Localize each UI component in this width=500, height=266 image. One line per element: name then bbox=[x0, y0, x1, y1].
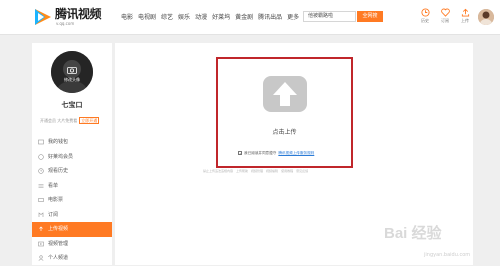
nav-item-tv[interactable]: 电视剧 bbox=[138, 12, 156, 24]
agreement-checkbox[interactable]: ✓ bbox=[238, 151, 242, 156]
footer-link[interactable]: 视频编辑 bbox=[266, 169, 278, 173]
footer-link[interactable]: 上传帮助 bbox=[236, 169, 248, 173]
footer-link[interactable]: 禁止上传违法违规内容 bbox=[203, 169, 233, 173]
search-input[interactable]: 他被霸路啦 bbox=[303, 11, 356, 22]
baidu-watermark: Bai 经验 jingyan.baidu.com bbox=[378, 220, 498, 264]
sidebar-item-subscribe[interactable]: 订阅 bbox=[32, 208, 112, 223]
watermark-subtext: jingyan.baidu.com bbox=[424, 252, 471, 258]
top-header: 腾讯视频 v.qq.com 电影 电视剧 综艺 娱乐 动漫 好莱坞 黄金剧 腾讯… bbox=[0, 0, 500, 35]
upload-area[interactable]: 点击上传 ✓ 我已阅读并同意遵守 腾讯视频上传服务规则 bbox=[216, 57, 353, 168]
sidebar-item-upload[interactable]: 上传视频 bbox=[32, 222, 112, 237]
nav-item-ent[interactable]: 娱乐 bbox=[178, 12, 190, 24]
upload-label: 上传 bbox=[461, 18, 469, 23]
avatar-image-icon bbox=[478, 9, 494, 25]
sidebar-item-list[interactable]: 看单 bbox=[32, 179, 112, 194]
sidebar-item-label: 视频管理 bbox=[48, 240, 69, 247]
logo-text: 腾讯视频 bbox=[55, 7, 102, 21]
sidebar-menu: 我的钱包 好莱坞会员 观看历史 看单 电影票 订阅 上传视频 视频管理 个人频道 bbox=[32, 135, 112, 266]
subscribe-icon bbox=[38, 211, 44, 217]
avatar-edit-overlay[interactable]: 修改头像 bbox=[51, 51, 93, 93]
sidebar-item-label: 电影票 bbox=[48, 197, 64, 203]
watermark-text: Bai 经验 bbox=[384, 225, 442, 242]
sidebar-item-label: 个人频道 bbox=[48, 255, 69, 261]
nav-item-anime[interactable]: 动漫 bbox=[195, 12, 207, 24]
search-button[interactable]: 全网搜 bbox=[357, 11, 383, 22]
upload-icon bbox=[39, 226, 43, 231]
history-icon bbox=[38, 168, 44, 174]
sidebar-item-label: 好莱坞会员 bbox=[48, 153, 74, 160]
footer-link[interactable]: 意见反馈 bbox=[296, 169, 308, 173]
logo[interactable]: 腾讯视频 v.qq.com bbox=[33, 7, 113, 31]
ticket-icon bbox=[38, 198, 44, 202]
nav-item-golden[interactable]: 黄金剧 bbox=[235, 12, 253, 24]
upload-label: 点击上传 bbox=[272, 129, 297, 136]
agreement-policy-link[interactable]: 腾讯视频上传服务规则 bbox=[278, 151, 314, 156]
sidebar-item-label: 看单 bbox=[48, 182, 59, 189]
logo-mark-icon bbox=[35, 9, 51, 25]
sidebar-item-video-manage[interactable]: 视频管理 bbox=[32, 237, 112, 252]
footer-links: 禁止上传违法违规内容 上传帮助 视频管理 视频编辑 使用教程 意见反馈 bbox=[203, 169, 308, 173]
nav-item-hollywood[interactable]: 好莱坞 bbox=[212, 12, 230, 24]
favorite-button[interactable]: 订阅 bbox=[436, 8, 454, 32]
history-button[interactable]: 历史 bbox=[416, 8, 434, 32]
vip-promo: 开通会员 大片免费看 立即开通 bbox=[40, 117, 110, 124]
sidebar-item-ticket[interactable]: 电影票 bbox=[32, 193, 112, 208]
upload-icon bbox=[461, 8, 469, 17]
username: 七宝口 bbox=[61, 101, 83, 109]
upload-button[interactable]: 上传 bbox=[456, 8, 474, 32]
sidebar-item-label: 上传视频 bbox=[48, 226, 69, 232]
profile-avatar[interactable]: 修改头像 bbox=[51, 51, 93, 93]
vip-open-link[interactable]: 立即开通 bbox=[79, 117, 100, 124]
favorite-icon bbox=[440, 8, 450, 17]
footer-link[interactable]: 视频管理 bbox=[251, 169, 263, 173]
wallet-icon bbox=[38, 139, 44, 145]
agreement-text: 我已阅读并同意遵守 bbox=[244, 150, 277, 155]
agreement-row: ✓ 我已阅读并同意遵守 腾讯视频上传服务规则 bbox=[238, 149, 314, 157]
video-manage-icon bbox=[38, 241, 44, 246]
logo-subtext: v.qq.com bbox=[56, 21, 75, 26]
nav-item-original[interactable]: 腾讯出品 bbox=[258, 12, 282, 24]
nav-item-variety[interactable]: 综艺 bbox=[161, 12, 173, 24]
camera-icon bbox=[67, 67, 77, 74]
sidebar-item-channel[interactable]: 个人频道 bbox=[32, 251, 112, 266]
channel-icon bbox=[38, 255, 44, 261]
nav-item-more[interactable]: 更多 bbox=[287, 12, 299, 24]
sidebar-item-label: 观看历史 bbox=[48, 168, 69, 174]
vip-icon bbox=[38, 153, 44, 160]
avatar-edit-label: 修改头像 bbox=[64, 77, 80, 82]
vip-promo-text: 开通会员 大片免费看 bbox=[40, 118, 78, 123]
sidebar-item-label: 订阅 bbox=[48, 211, 59, 218]
sidebar-item-wallet[interactable]: 我的钱包 bbox=[32, 135, 112, 150]
main-nav: 电影 电视剧 综艺 娱乐 动漫 好莱坞 黄金剧 腾讯出品 更多 bbox=[121, 12, 299, 24]
footer-link[interactable]: 使用教程 bbox=[281, 169, 293, 173]
sidebar: 修改头像 七宝口 开通会员 大片免费看 立即开通 我的钱包 好莱坞会员 观看历史 … bbox=[32, 43, 112, 265]
user-avatar[interactable] bbox=[478, 9, 494, 25]
sidebar-item-history[interactable]: 观看历史 bbox=[32, 164, 112, 179]
cloud-upload-icon bbox=[263, 76, 307, 112]
favorite-label: 订阅 bbox=[441, 18, 449, 23]
nav-item-movie[interactable]: 电影 bbox=[121, 12, 133, 24]
sidebar-item-label: 我的钱包 bbox=[48, 139, 69, 145]
history-label: 历史 bbox=[421, 18, 429, 23]
list-icon bbox=[38, 183, 44, 188]
sidebar-item-vip[interactable]: 好莱坞会员 bbox=[32, 150, 112, 165]
history-icon bbox=[420, 8, 430, 17]
